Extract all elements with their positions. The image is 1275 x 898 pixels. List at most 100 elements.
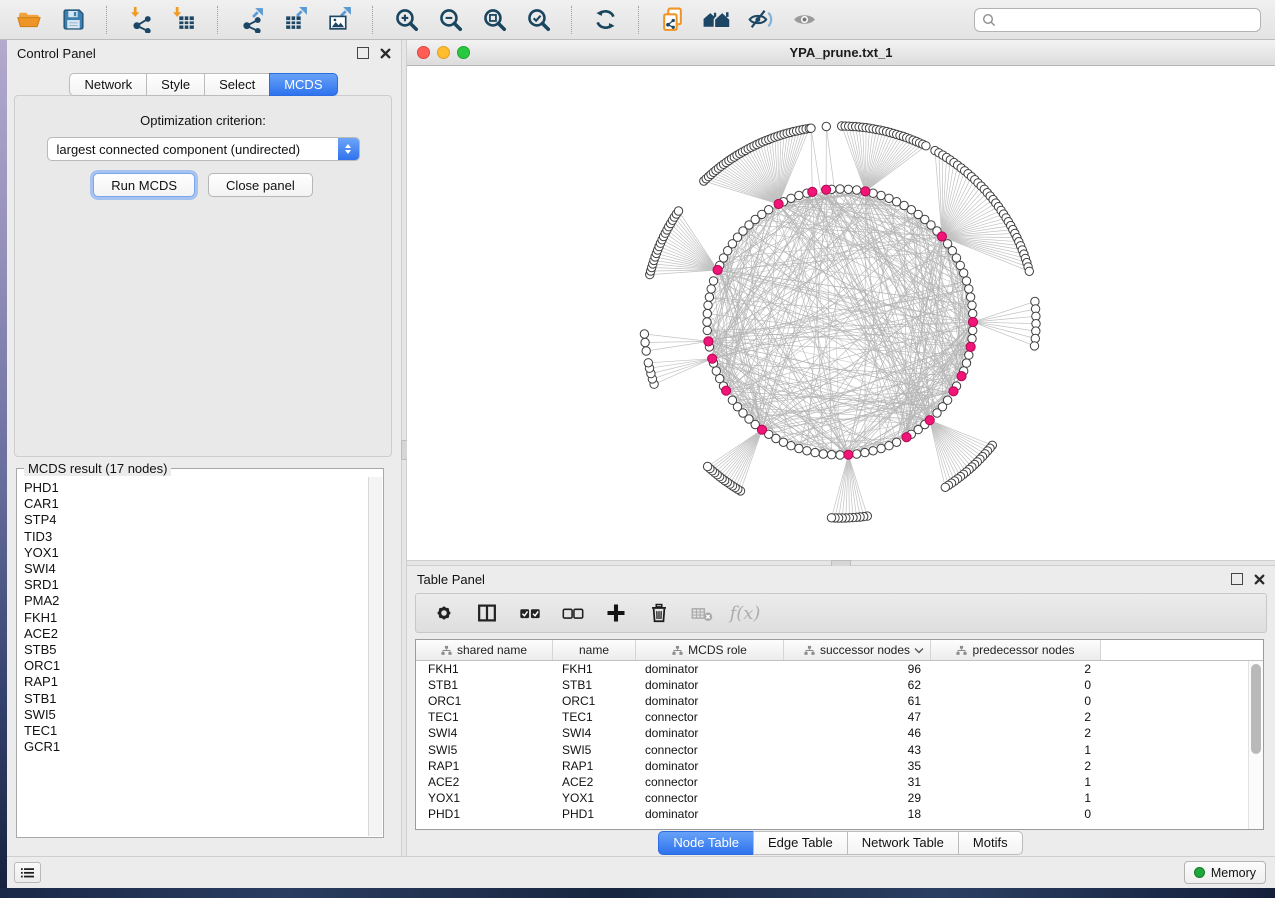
graph-node[interactable] [795, 444, 803, 452]
graph-mcds-node[interactable] [757, 425, 766, 434]
minimize-window-icon[interactable] [437, 46, 450, 59]
graph-node[interactable] [765, 206, 773, 214]
graph-node[interactable] [803, 447, 811, 455]
show-all-button[interactable] [697, 4, 736, 36]
graph-node[interactable] [877, 444, 885, 452]
graph-node[interactable] [853, 186, 861, 194]
close-panel-icon[interactable] [380, 48, 391, 59]
mcds-result-item[interactable]: RAP1 [24, 674, 368, 690]
table-row[interactable]: SWI5SWI5connector431 [416, 741, 1248, 757]
function-builder-button[interactable]: f(x) [732, 600, 758, 626]
graph-node[interactable] [962, 277, 970, 285]
clone-network-button[interactable] [653, 4, 692, 36]
graph-node[interactable] [704, 301, 712, 309]
graph-mcds-node[interactable] [708, 354, 717, 363]
column-header-name[interactable]: name [553, 640, 636, 660]
graph-mcds-node[interactable] [925, 416, 934, 425]
mcds-result-item[interactable]: GCR1 [24, 739, 368, 755]
mcds-result-item[interactable]: CAR1 [24, 496, 368, 512]
graph-mcds-node[interactable] [704, 337, 713, 346]
mcds-result-item[interactable]: ORC1 [24, 658, 368, 674]
graph-node[interactable] [728, 396, 736, 404]
mcds-result-item[interactable]: STB5 [24, 642, 368, 658]
tab-style[interactable]: Style [146, 73, 205, 96]
close-panel-button[interactable]: Close panel [208, 173, 313, 197]
graph-node[interactable] [787, 194, 795, 202]
graph-mcds-node[interactable] [722, 386, 731, 395]
graph-node[interactable] [966, 293, 974, 301]
graph-satellite-node[interactable] [922, 142, 930, 150]
graph-satellite-node[interactable] [1025, 267, 1033, 275]
graph-node[interactable] [861, 448, 869, 456]
export-image-button[interactable] [320, 4, 359, 36]
mcds-list-scrollbar[interactable] [368, 477, 382, 836]
graph-node[interactable] [965, 285, 973, 293]
graph-node[interactable] [965, 351, 973, 359]
close-window-icon[interactable] [417, 46, 430, 59]
graph-satellite-node[interactable] [941, 483, 949, 491]
graph-mcds-node[interactable] [957, 372, 966, 381]
network-canvas[interactable] [407, 66, 1275, 560]
table-row[interactable]: YOX1YOX1connector291 [416, 790, 1248, 806]
tab-edge-table[interactable]: Edge Table [753, 831, 848, 855]
graph-node[interactable] [844, 185, 852, 193]
add-column-button[interactable] [603, 600, 629, 626]
graph-satellite-node[interactable] [807, 124, 815, 132]
maximize-window-icon[interactable] [457, 46, 470, 59]
graph-satellite-node[interactable] [640, 330, 648, 338]
zoom-selected-button[interactable] [519, 4, 558, 36]
save-session-button[interactable] [54, 4, 93, 36]
graph-node[interactable] [712, 367, 720, 375]
graph-node[interactable] [869, 447, 877, 455]
mcds-result-item[interactable]: YOX1 [24, 545, 368, 561]
mcds-result-list[interactable]: PHD1CAR1STP4TID3YOX1SWI4SRD1PMA2FKH1ACE2… [18, 477, 368, 836]
select-all-button[interactable] [517, 600, 543, 626]
mcds-result-item[interactable]: PMA2 [24, 593, 368, 609]
graph-satellite-node[interactable] [674, 207, 682, 215]
float-panel-icon[interactable] [357, 47, 369, 59]
table-scrollbar[interactable] [1248, 661, 1263, 829]
graph-node[interactable] [962, 359, 970, 367]
zoom-in-button[interactable] [387, 4, 426, 36]
mcds-result-item[interactable]: FKH1 [24, 610, 368, 626]
column-header-predecessor-nodes[interactable]: predecessor nodes [931, 640, 1101, 660]
table-settings-button[interactable] [431, 600, 457, 626]
graph-node[interactable] [960, 269, 968, 277]
mcds-result-item[interactable]: SWI4 [24, 561, 368, 577]
graph-mcds-node[interactable] [902, 433, 911, 442]
graph-node[interactable] [836, 185, 844, 193]
mcds-result-item[interactable]: STP4 [24, 512, 368, 528]
graph-node[interactable] [933, 409, 941, 417]
graph-node[interactable] [836, 451, 844, 459]
table-row[interactable]: SWI4SWI4dominator462 [416, 725, 1248, 741]
graph-mcds-node[interactable] [808, 187, 817, 196]
column-header-mcds-role[interactable]: MCDS role [636, 640, 784, 660]
tab-network-table[interactable]: Network Table [847, 831, 959, 855]
float-panel-icon[interactable] [1231, 573, 1243, 585]
graph-mcds-node[interactable] [822, 185, 831, 194]
graph-mcds-node[interactable] [774, 199, 783, 208]
graph-mcds-node[interactable] [968, 317, 977, 326]
export-table-button[interactable] [276, 4, 315, 36]
column-header-successor-nodes[interactable]: successor nodes [784, 640, 931, 660]
show-columns-button[interactable] [474, 600, 500, 626]
graph-satellite-node[interactable] [644, 359, 652, 367]
graph-satellite-node[interactable] [641, 338, 649, 346]
graph-node[interactable] [709, 277, 717, 285]
tab-node-table[interactable]: Node Table [658, 831, 754, 855]
graph-node[interactable] [885, 442, 893, 450]
graph-satellite-node[interactable] [822, 122, 830, 130]
mcds-result-item[interactable]: ACE2 [24, 626, 368, 642]
deselect-all-button[interactable] [560, 600, 586, 626]
mcds-result-item[interactable]: SRD1 [24, 577, 368, 593]
import-table-button[interactable] [165, 4, 204, 36]
zoom-out-button[interactable] [431, 4, 470, 36]
tab-select[interactable]: Select [204, 73, 270, 96]
table-row[interactable]: PHD1PHD1dominator180 [416, 806, 1248, 822]
graph-node[interactable] [969, 309, 977, 317]
graph-mcds-node[interactable] [949, 387, 958, 396]
graph-node[interactable] [968, 301, 976, 309]
graph-node[interactable] [819, 450, 827, 458]
mcds-result-item[interactable]: PHD1 [24, 480, 368, 496]
graph-node[interactable] [703, 318, 711, 326]
